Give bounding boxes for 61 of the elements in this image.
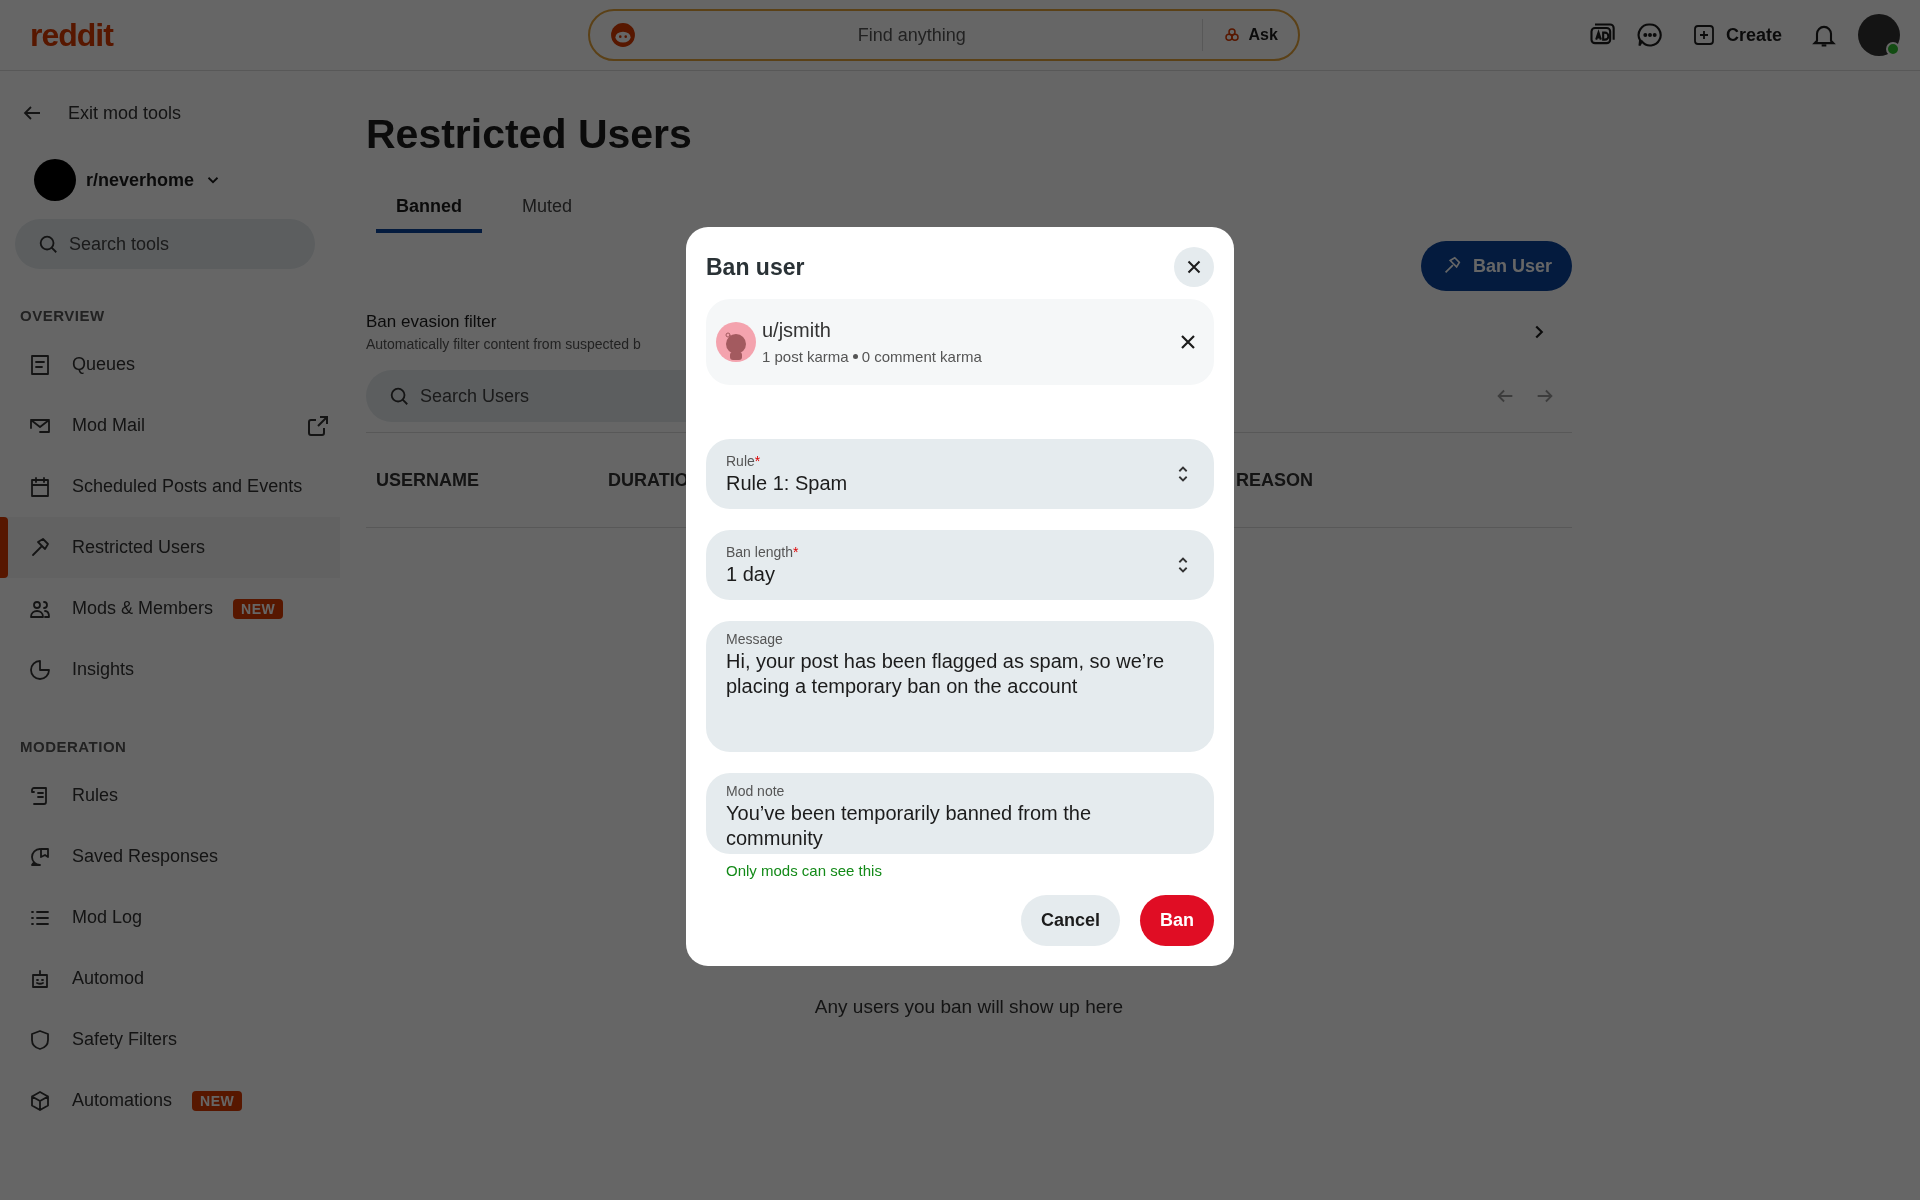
create-button[interactable]: Create	[1683, 17, 1790, 53]
new-badge: NEW	[192, 1090, 243, 1111]
post-karma: 1 post karma	[762, 348, 849, 365]
filter-description: Automatically filter content from suspected b	[366, 336, 641, 352]
search-icon	[37, 233, 59, 255]
nav-item[interactable]: Saved Responses	[0, 826, 340, 887]
column-header: REASON	[1236, 469, 1313, 490]
community-avatar	[34, 159, 76, 201]
mascot-icon	[609, 22, 636, 48]
search-tools-field[interactable]: Search tools	[15, 219, 315, 269]
text-area[interactable]: Message Hi, your post has been flagged as spam, so we’re placing a temporary ban on the account	[706, 621, 1214, 752]
nav-item[interactable]: Automations NEW	[0, 1070, 340, 1131]
nav-item[interactable]: Mod Log	[0, 887, 340, 948]
empty-message: Any users you ban will show up here	[814, 996, 1124, 1018]
search-field[interactable]: Find anything Ask	[587, 9, 1300, 61]
page-title: Restricted Users	[366, 111, 693, 158]
new-badge: NEW	[233, 598, 284, 619]
text-area[interactable]: Mod note You’ve been temporarily banned from the community	[706, 773, 1214, 854]
ban-user-button[interactable]: Ban User	[1420, 241, 1572, 291]
username: u/jsmith	[762, 319, 832, 342]
calendar-icon	[28, 474, 52, 499]
pie-chart-icon	[28, 657, 52, 682]
cube-icon	[28, 1088, 52, 1113]
user-avatar[interactable]	[1858, 14, 1900, 56]
column-header: USERNAME	[376, 469, 479, 490]
nav-item[interactable]: Restricted Users	[0, 517, 340, 578]
ask-button[interactable]: Ask	[1216, 20, 1284, 50]
comment-karma: 0 comment karma	[861, 348, 982, 365]
select-field[interactable]: Ban length* 1 day	[706, 530, 1214, 600]
close-button[interactable]	[1174, 247, 1214, 287]
chat-icon[interactable]	[1635, 21, 1664, 49]
external-link-icon[interactable]	[306, 413, 330, 438]
community-switcher[interactable]: r/neverhome	[34, 159, 223, 201]
nav-item[interactable]: Safety Filters	[0, 1009, 340, 1070]
select-field[interactable]: Rule* Rule 1: Spam	[706, 439, 1214, 509]
search-icon	[388, 385, 410, 407]
circles-icon	[1222, 26, 1241, 44]
nav-item[interactable]: Rules	[0, 765, 340, 826]
field-hint: Only mods can see this	[725, 862, 882, 879]
section-heading: OVERVIEW	[20, 307, 105, 324]
column-header: DURATIO	[608, 469, 689, 490]
nav-item[interactable]: Insights	[0, 639, 340, 700]
filter-title: Ban evasion filter	[366, 312, 498, 332]
ban-button[interactable]: Ban	[1140, 895, 1214, 946]
nav-item[interactable]: Queues	[0, 334, 340, 395]
plus-icon	[1691, 23, 1716, 47]
exit-mod-tools-link[interactable]: Exit mod tools	[0, 95, 202, 131]
reddit-logo[interactable]: reddit	[30, 16, 113, 54]
tab[interactable]: Muted	[502, 186, 593, 233]
nav-item[interactable]: Automod	[0, 948, 340, 1009]
shield-icon	[28, 1027, 52, 1052]
nav-item[interactable]: Scheduled Posts and Events	[0, 456, 340, 517]
nav-item[interactable]: Mod Mail	[0, 395, 340, 456]
dialog-title: Ban user	[706, 253, 805, 281]
nav-item[interactable]: Mods & Members NEW	[0, 578, 340, 639]
tab[interactable]: Banned	[376, 186, 482, 233]
user-avatar-icon	[716, 322, 756, 362]
list-box-icon	[28, 352, 52, 377]
search-input[interactable]: Find anything	[635, 23, 1188, 47]
section-heading: MODERATION	[20, 738, 127, 755]
cancel-button[interactable]: Cancel	[1020, 895, 1120, 946]
